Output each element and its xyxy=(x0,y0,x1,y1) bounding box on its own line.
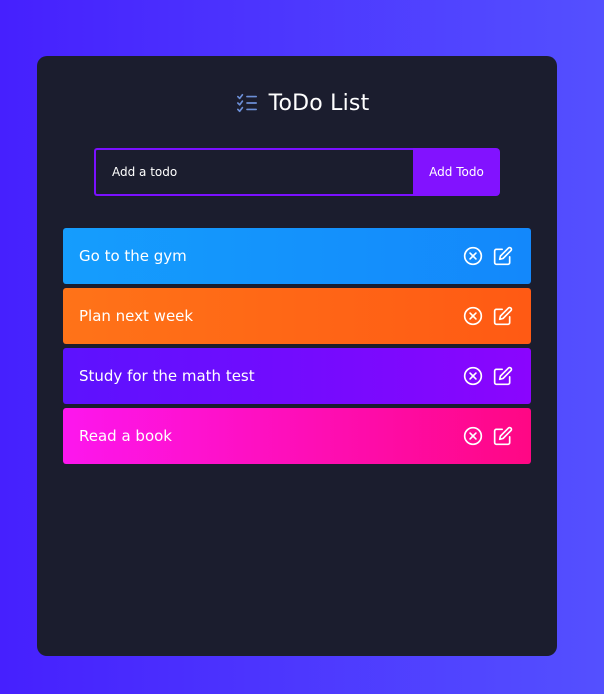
edit-icon[interactable] xyxy=(493,246,513,266)
checklist-icon xyxy=(235,91,259,115)
edit-icon[interactable] xyxy=(493,366,513,386)
circle-x-icon[interactable] xyxy=(463,426,483,446)
todo-item[interactable]: Read a book xyxy=(63,408,531,464)
todo-text[interactable]: Study for the math test xyxy=(79,367,255,385)
circle-x-icon[interactable] xyxy=(463,306,483,326)
todo-actions xyxy=(463,246,513,266)
todo-text[interactable]: Plan next week xyxy=(79,307,193,325)
page-title: ToDo List xyxy=(268,90,370,116)
todo-actions xyxy=(463,306,513,326)
edit-icon[interactable] xyxy=(493,306,513,326)
todo-text[interactable]: Read a book xyxy=(79,427,172,445)
todo-input[interactable] xyxy=(94,148,413,196)
todo-actions xyxy=(463,426,513,446)
circle-x-icon[interactable] xyxy=(463,246,483,266)
app-header: ToDo List xyxy=(0,88,604,118)
add-todo-form: Add Todo xyxy=(94,148,500,196)
add-todo-button[interactable]: Add Todo xyxy=(413,148,500,196)
circle-x-icon[interactable] xyxy=(463,366,483,386)
edit-icon[interactable] xyxy=(493,426,513,446)
todo-actions xyxy=(463,366,513,386)
todo-text[interactable]: Go to the gym xyxy=(79,247,187,265)
todo-item[interactable]: Plan next week xyxy=(63,288,531,344)
todo-item[interactable]: Study for the math test xyxy=(63,348,531,404)
todo-list: Go to the gym Plan next week Study for t… xyxy=(63,228,531,468)
todo-item[interactable]: Go to the gym xyxy=(63,228,531,284)
